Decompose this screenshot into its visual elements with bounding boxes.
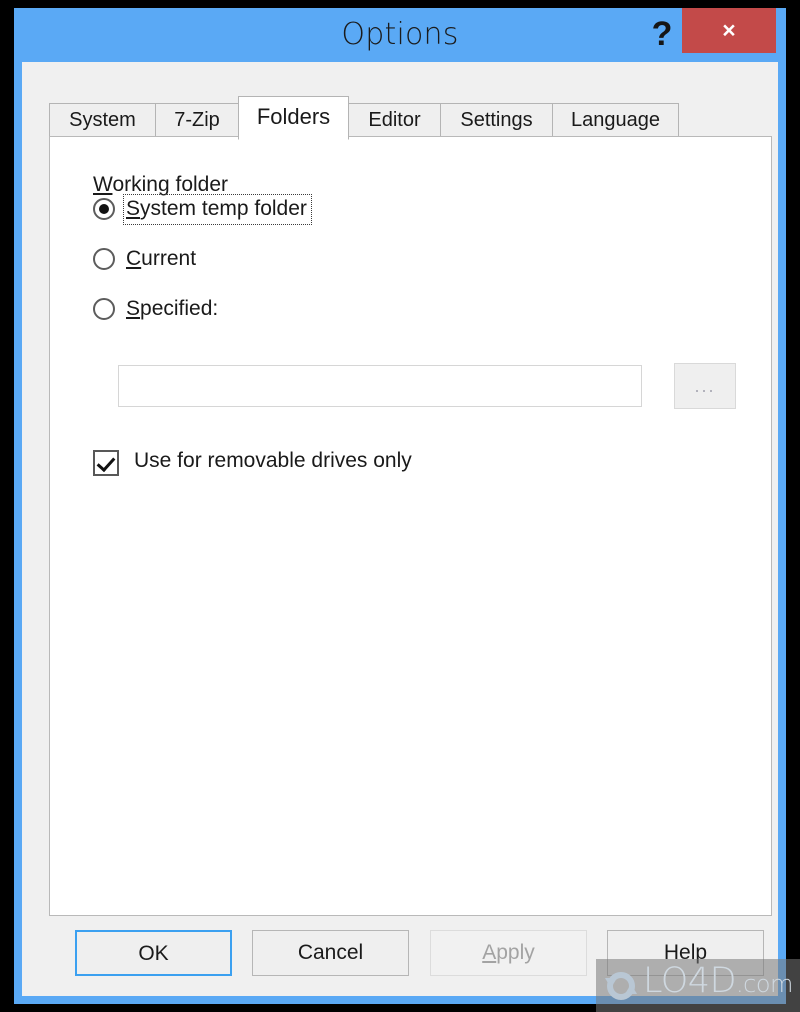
tab-editor[interactable]: Editor xyxy=(348,103,441,137)
radio-icon-specified[interactable] xyxy=(93,298,115,320)
help-icon[interactable]: ? xyxy=(637,10,687,60)
apply-button[interactable]: Apply xyxy=(430,930,587,976)
tab-strip: System 7-Zip Folders Editor Settings Lan… xyxy=(49,96,739,140)
dialog-button-row: OK Cancel Apply Help xyxy=(22,930,778,980)
radio-label-system-temp-folder: System temp folder xyxy=(123,194,312,225)
working-folder-group-label: Working folder xyxy=(93,173,229,196)
checkbox-label-removable-drives: Use for removable drives only xyxy=(134,449,412,472)
title-bar: Options ? × xyxy=(14,8,786,62)
specified-folder-input[interactable] xyxy=(118,365,642,407)
tab-folders[interactable]: Folders xyxy=(238,96,349,140)
browse-folder-button[interactable]: ... xyxy=(674,363,736,409)
checkbox-icon-removable-drives[interactable] xyxy=(93,450,119,476)
tab-language[interactable]: Language xyxy=(552,103,679,137)
dialog-body: System 7-Zip Folders Editor Settings Lan… xyxy=(22,62,778,996)
radio-label-specified: Specified: xyxy=(126,297,219,320)
tab-7zip[interactable]: 7-Zip xyxy=(155,103,239,137)
radio-icon-system-temp-folder[interactable] xyxy=(93,198,115,220)
radio-icon-current[interactable] xyxy=(93,248,115,270)
tab-system[interactable]: System xyxy=(49,103,156,137)
options-window: Options ? × System 7-Zip Folders Editor … xyxy=(14,8,786,1004)
cancel-button[interactable]: Cancel xyxy=(252,930,409,976)
tab-panel-folders: Working folder System temp folder Curren… xyxy=(49,136,772,916)
ok-button[interactable]: OK xyxy=(75,930,232,976)
close-icon[interactable]: × xyxy=(682,8,776,53)
tab-settings[interactable]: Settings xyxy=(440,103,553,137)
radio-label-current: Current xyxy=(126,247,197,270)
help-button[interactable]: Help xyxy=(607,930,764,976)
